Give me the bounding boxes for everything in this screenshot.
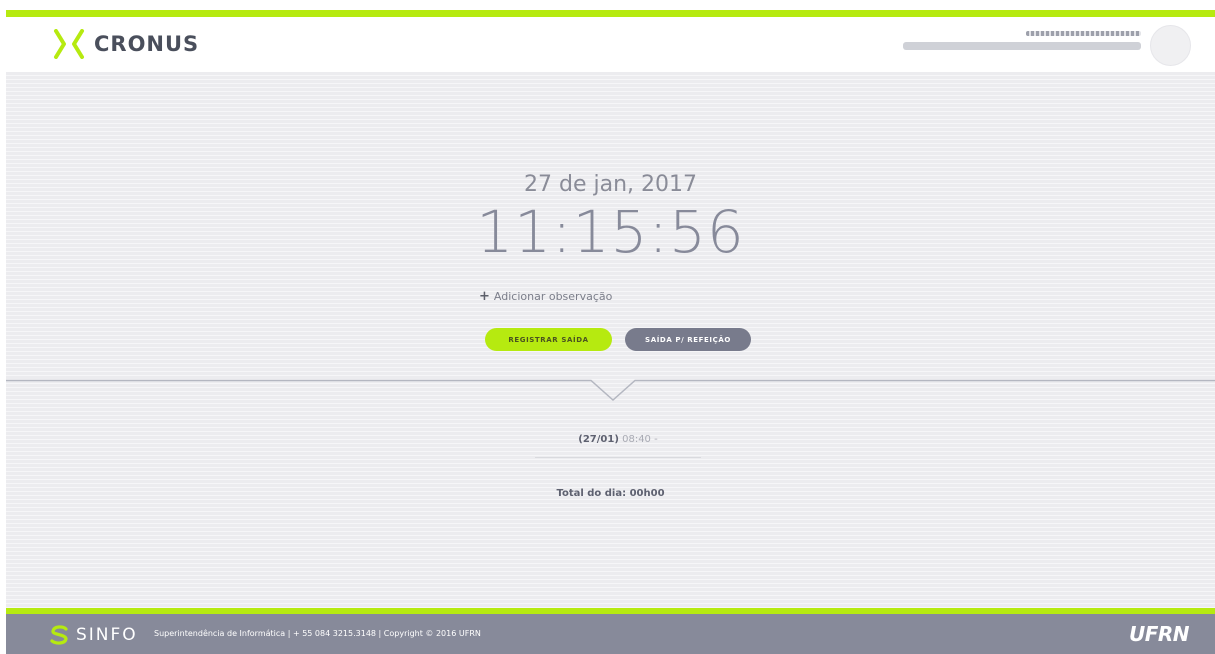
record-date: (27/01) — [578, 434, 619, 445]
main-panel: 27 de jan, 2017 11:15:56 + Adicionar obs… — [6, 72, 1215, 608]
add-observation-label: Adicionar observação — [493, 290, 613, 303]
cronus-chevrons-icon — [54, 29, 84, 59]
section-divider — [6, 379, 1215, 402]
footer-info: Superintendência de Informática | + 55 0… — [154, 629, 481, 638]
add-observation-link[interactable]: + Adicionar observação — [479, 290, 612, 303]
register-exit-button[interactable]: REGISTRAR SAÍDA — [485, 328, 612, 351]
user-name-redacted — [1026, 31, 1141, 36]
daily-total: Total do dia: 00h00 — [556, 488, 665, 499]
current-date: 27 de jan, 2017 — [524, 172, 697, 197]
sinfo-logo[interactable]: SINFO — [48, 625, 138, 645]
record-times: 08:40 - — [622, 434, 658, 445]
ufrn-logo[interactable]: UFRN — [1129, 622, 1190, 646]
app-title: CRONUS — [94, 32, 200, 56]
sinfo-label: SINFO — [76, 625, 138, 645]
list-item: (27/01) 08:40 - — [535, 434, 701, 458]
sinfo-s-icon — [50, 625, 68, 645]
logo[interactable]: CRONUS — [52, 29, 199, 59]
avatar[interactable] — [1150, 25, 1191, 66]
user-info[interactable] — [891, 25, 1191, 66]
plus-icon: + — [479, 289, 490, 304]
header: CRONUS — [6, 17, 1215, 72]
current-time: 11:15:56 — [476, 198, 745, 266]
meal-exit-button[interactable]: SAÍDA P/ REFEIÇÃO — [625, 328, 751, 351]
top-accent-bar — [6, 10, 1215, 17]
footer: SINFO Superintendência de Informática | … — [6, 614, 1215, 654]
user-details-redacted — [903, 42, 1141, 50]
